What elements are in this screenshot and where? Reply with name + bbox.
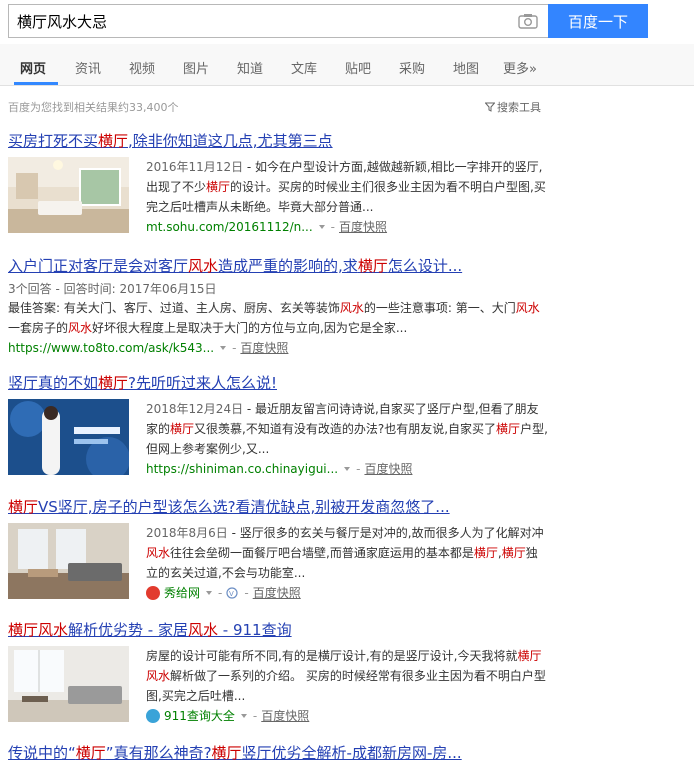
search-box (8, 4, 548, 38)
search-result: 横厅风水解析优劣势 - 家居风水 - 911查询 房屋的设计可能有所不同,有的是… (8, 620, 548, 726)
chevron-down-icon[interactable] (220, 346, 227, 350)
result-count: 百度为您找到相关结果约33,400个 (8, 101, 179, 114)
active-tab-indicator (14, 82, 58, 85)
result-abstract: 2016年11月12日 - 如今在户型设计方面,越做越新颖,相比一字排开的竖厅,… (146, 160, 546, 214)
search-tools-label: 搜索工具 (497, 101, 541, 114)
cache-link[interactable]: 百度快照 (253, 583, 301, 603)
tab-caigou[interactable]: 采购 (399, 58, 425, 77)
advert-banner-image (8, 399, 129, 475)
interior-room-image (8, 523, 129, 599)
result-thumbnail[interactable] (8, 646, 129, 722)
result-abstract: 最佳答案: 有关大门、客厅、过道、主人房、厨房、玄关等装饰风水的一些注意事项: … (8, 301, 540, 335)
search-tools[interactable]: 搜索工具 (485, 99, 541, 115)
cache-link[interactable]: 百度快照 (364, 459, 412, 479)
result-title-link[interactable]: 入户门正对客厅是会对客厅风水造成严重的影响的,求横厅怎么设计... (8, 256, 548, 276)
tab-map[interactable]: 地图 (453, 58, 479, 77)
tab-web[interactable]: 网页 (20, 58, 46, 77)
chevron-down-icon[interactable] (240, 714, 247, 718)
chevron-down-icon[interactable] (206, 591, 213, 595)
result-abstract: 2018年12月24日 - 最近朋友留言问诗诗说,自家买了竖厅户型,但看了朋友家… (146, 402, 548, 456)
living-room-image (8, 646, 129, 722)
result-site-name[interactable]: 911查询大全 (164, 706, 235, 726)
chevron-down-icon[interactable] (318, 225, 325, 229)
camera-icon[interactable] (518, 13, 538, 29)
search-result: 竖厅真的不如横厅?先听听过来人怎么说! 2018年12月24日 - 最近朋友留言… (8, 373, 548, 479)
cache-link[interactable]: 百度快照 (339, 217, 387, 237)
result-title-link[interactable]: 买房打死不买横厅,除非你知道这几点,尤其第三点 (8, 131, 548, 151)
result-abstract: 2018年8月6日 - 竖厅很多的玄关与餐厅是对冲的,故而很多人为了化解对冲风水… (146, 526, 544, 580)
result-title-link[interactable]: 横厅风水解析优劣势 - 家居风水 - 911查询 (8, 620, 548, 640)
tab-more[interactable]: 更多» (503, 58, 537, 77)
result-meta: 3个回答 - 回答时间: 2017年06月15日 (8, 282, 217, 296)
result-abstract: 房屋的设计可能有所不同,有的是横厅设计,有的是竖厅设计,今天我将就横厅风水解析做… (146, 649, 546, 703)
result-title-link[interactable]: 传说中的“横厅”真有那么神奇?横厅竖厅优劣全解析-成都新房网-房... (8, 743, 548, 763)
cache-link[interactable]: 百度快照 (261, 706, 309, 726)
tab-images[interactable]: 图片 (183, 58, 209, 77)
result-url[interactable]: mt.sohu.com/20161112/n... (146, 217, 313, 237)
tab-zhidao[interactable]: 知道 (237, 58, 263, 77)
search-result: 横厅VS竖厅,房子的户型该怎么选?看清优缺点,别被开发商忽悠了... 2018年… (8, 497, 548, 603)
search-input[interactable] (17, 12, 497, 30)
tab-tieba[interactable]: 贴吧 (345, 58, 371, 77)
tab-video[interactable]: 视频 (129, 58, 155, 77)
search-tabs: 网页 资讯 视频 图片 知道 文库 贴吧 采购 地图 更多» (0, 44, 694, 86)
search-button[interactable]: 百度一下 (548, 4, 648, 38)
search-result: 入户门正对客厅是会对客厅风水造成严重的影响的,求横厅怎么设计... 3个回答 -… (8, 256, 548, 358)
search-bar: 百度一下 (8, 4, 648, 38)
result-thumbnail[interactable] (8, 157, 129, 233)
result-url[interactable]: https://www.to8to.com/ask/k543... (8, 338, 214, 358)
search-result: 传说中的“横厅”真有那么神奇?横厅竖厅优劣全解析-成都新房网-房... (8, 743, 548, 763)
site-logo-icon (146, 709, 160, 723)
svg-text:V: V (229, 590, 234, 598)
site-logo-icon (146, 586, 160, 600)
cache-link[interactable]: 百度快照 (240, 338, 288, 358)
result-thumbnail[interactable] (8, 523, 129, 599)
living-room-image (8, 157, 129, 233)
chevron-down-icon[interactable] (344, 467, 351, 471)
result-thumbnail[interactable] (8, 399, 129, 475)
result-url[interactable]: https://shiniman.co.chinayigui... (146, 459, 338, 479)
tab-wenku[interactable]: 文库 (291, 58, 317, 77)
result-site-name[interactable]: 秀给网 (164, 583, 200, 603)
result-title-link[interactable]: 竖厅真的不如横厅?先听听过来人怎么说! (8, 373, 548, 393)
result-title-link[interactable]: 横厅VS竖厅,房子的户型该怎么选?看清优缺点,别被开发商忽悠了... (8, 497, 548, 517)
filter-icon (485, 102, 495, 112)
tab-news[interactable]: 资讯 (75, 58, 101, 77)
search-result: 买房打死不买横厅,除非你知道这几点,尤其第三点 2016年11月12日 - 如今… (8, 131, 548, 237)
verified-badge-icon: V (226, 587, 238, 599)
